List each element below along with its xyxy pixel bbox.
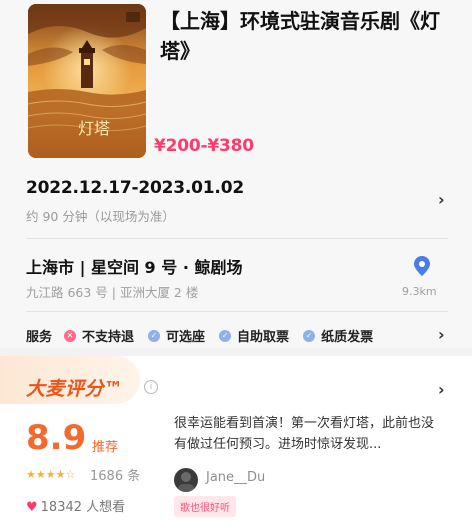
show-poster[interactable]: 灯塔 [28, 4, 146, 158]
service-item-label: 不支持退 [82, 330, 135, 345]
show-title: 【上海】环境式驻演音乐剧《灯塔》 [160, 9, 440, 63]
reviewer-name: Jane__Du [206, 470, 266, 485]
review-tag: 歌也很好听 [174, 496, 236, 517]
divider [26, 238, 448, 239]
service-item-label: 纸质发票 [321, 330, 374, 345]
service-item: ✕ 不支持退 [64, 326, 134, 345]
check-icon: ✓ [148, 329, 161, 342]
rating-brand-title: 大麦评分™ [26, 378, 124, 400]
rating-count: 1686 条 [90, 469, 141, 484]
want-to-see-count: ♥ 18342 人想看 [26, 496, 125, 515]
chevron-right-icon[interactable]: › [438, 325, 445, 344]
duration-text: 约 90 分钟（以现场为准） [26, 209, 175, 224]
service-item-label: 可选座 [166, 330, 206, 345]
chevron-right-icon[interactable]: › [438, 380, 445, 399]
service-item-label: 自助取票 [237, 330, 290, 345]
date-range[interactable]: 2022.12.17-2023.01.02 [26, 178, 244, 198]
chevron-right-icon[interactable]: › [438, 190, 445, 209]
service-item: ✓ 可选座 [148, 326, 205, 345]
poster-logo-text: 灯塔 [78, 119, 110, 138]
service-list[interactable]: 服务 ✕ 不支持退 ✓ 可选座 ✓ 自助取票 ✓ 纸质发票 [26, 326, 387, 345]
review-text[interactable]: 很幸运能看到首演！第一次看灯塔，此前也没有做过任何预习。进场时惊讶发现... [174, 413, 446, 455]
show-info-card: 灯塔 【上海】环境式驻演音乐剧《灯塔》 ¥200-¥380 2022.12.17… [0, 0, 472, 348]
venue-name[interactable]: 上海市 | 星空间 9 号 · 鲸剧场 [26, 254, 242, 278]
service-item: ✓ 自助取票 [219, 326, 289, 345]
rating-card: 大麦评分™ i › 8.9 推荐 ★★★★☆ 1686 条 ♥ 18342 人想看… [0, 356, 472, 530]
price-range: ¥200-¥380 [154, 136, 254, 156]
divider [26, 311, 448, 312]
heart-icon: ♥ [26, 500, 38, 515]
avatar [174, 468, 198, 492]
star-rating-icon: ★★★★☆ [26, 468, 76, 481]
rating-score: 8.9 [26, 418, 87, 458]
distance-text: 9.3km [402, 285, 437, 298]
want-to-see-text: 18342 人想看 [40, 500, 126, 515]
rating-tag: 推荐 [92, 440, 119, 455]
check-icon: ✓ [219, 329, 232, 342]
close-icon: ✕ [64, 329, 77, 342]
poster-illustration: 灯塔 [28, 4, 146, 158]
service-item: ✓ 纸质发票 [303, 326, 373, 345]
venue-address: 九江路 663 号 | 亚洲大厦 2 楼 [26, 285, 199, 300]
info-icon[interactable]: i [144, 380, 158, 394]
services-label: 服务 [26, 330, 53, 345]
check-icon: ✓ [303, 329, 316, 342]
map-pin-icon[interactable] [410, 254, 434, 278]
